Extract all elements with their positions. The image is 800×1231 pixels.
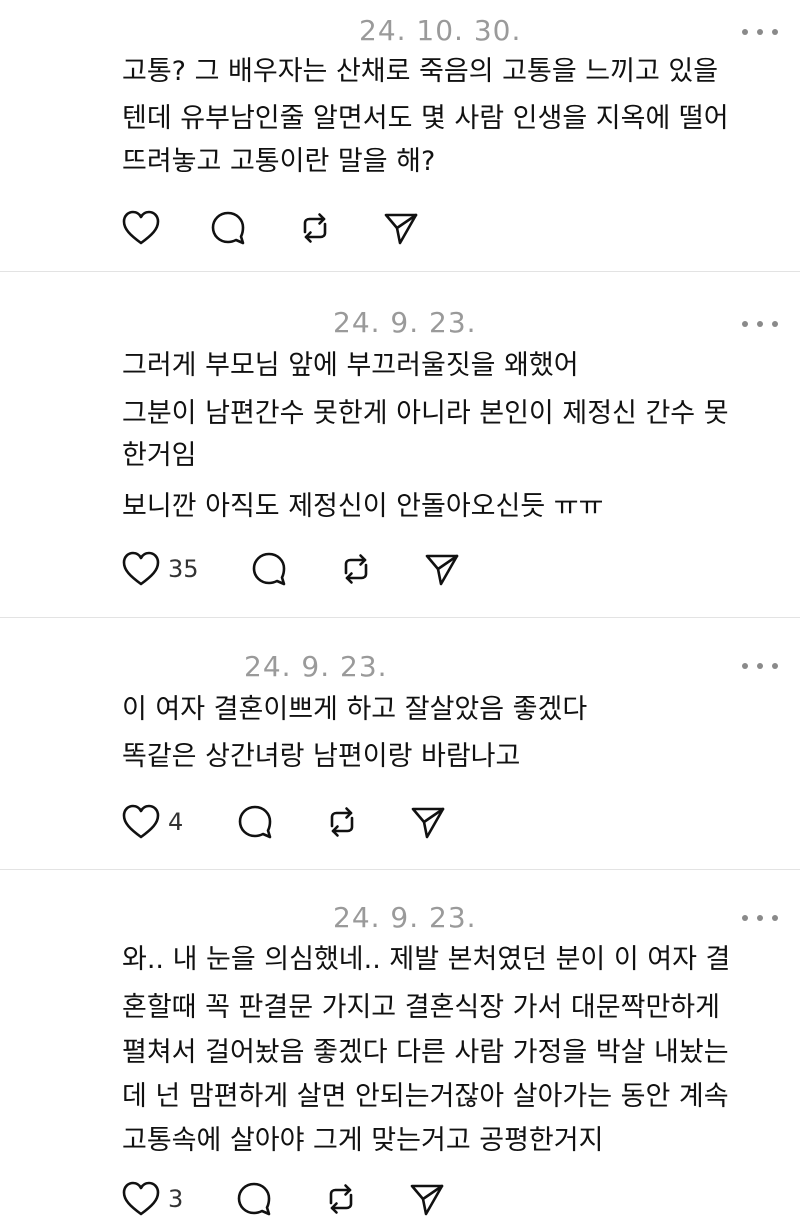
like-button[interactable] xyxy=(122,208,168,248)
post-text-line: 보니깐 아직도 제정신이 안돌아오신듯 ㅠㅠ xyxy=(122,491,604,522)
post-text-line: 뜨려놓고 고통이란 말을 해? xyxy=(122,146,436,177)
post-text-line: 텐데 유부남인줄 알면서도 몇 사람 인생을 지옥에 떨어 xyxy=(122,103,729,134)
send-icon xyxy=(411,807,445,839)
repost-icon xyxy=(329,1184,353,1214)
post-text-line: 고통? 그 배우자는 산채로 죽음의 고통을 느끼고 있을 xyxy=(122,56,719,87)
like-button[interactable]: 3 xyxy=(122,1179,183,1219)
post-text-line: 이 여자 결혼이쁘게 하고 잘살았음 좋겠다 xyxy=(122,694,588,725)
post-text-line: 한거임 xyxy=(122,440,197,471)
comment-bubble-icon xyxy=(238,805,272,839)
like-button[interactable]: 35 xyxy=(122,549,199,589)
send-icon xyxy=(410,1184,444,1216)
post-text-line: 혼할때 꼭 판결문 가지고 결혼식장 가서 대문짝만하게 xyxy=(122,992,720,1023)
post-divider xyxy=(0,271,800,272)
post-text-line: 데 넌 맘편하게 살면 안되는거잖아 살아가는 동안 계속 xyxy=(122,1081,729,1112)
post-date: 24. 9. 23. xyxy=(333,901,477,934)
repost-button[interactable] xyxy=(297,208,333,248)
repost-icon xyxy=(330,807,354,837)
like-count: 3 xyxy=(168,1185,184,1213)
post-text-line: 똑같은 상간녀랑 남편이랑 바람나고 xyxy=(122,741,521,772)
post-divider xyxy=(0,869,800,870)
heart-icon xyxy=(122,804,160,839)
comment-bubble-icon xyxy=(211,211,245,245)
reply-button[interactable] xyxy=(237,802,273,842)
post-divider xyxy=(0,617,800,618)
comment-bubble-icon xyxy=(237,1182,271,1216)
reply-button[interactable] xyxy=(210,208,246,248)
repost-button[interactable] xyxy=(338,549,374,589)
share-button[interactable] xyxy=(410,802,446,842)
more-dots-icon[interactable] xyxy=(742,912,778,924)
like-button[interactable]: 4 xyxy=(122,802,183,842)
heart-icon xyxy=(122,551,160,586)
like-count: 35 xyxy=(168,555,199,583)
post-text-line: 고통속에 살아야 그게 맞는거고 공평한거지 xyxy=(122,1125,604,1156)
repost-button[interactable] xyxy=(323,1179,359,1219)
more-dots-icon[interactable] xyxy=(742,660,778,672)
post-date: 24. 9. 23. xyxy=(333,306,477,339)
more-dots-icon[interactable] xyxy=(742,26,778,38)
share-button[interactable] xyxy=(424,549,460,589)
repost-button[interactable] xyxy=(324,802,360,842)
repost-icon xyxy=(344,554,368,584)
comment-bubble-icon xyxy=(252,552,286,586)
reply-button[interactable] xyxy=(236,1179,272,1219)
post-text-line: 그러게 부모님 앞에 부끄러울짓을 왜했어 xyxy=(122,350,579,381)
share-button[interactable] xyxy=(409,1179,445,1219)
share-button[interactable] xyxy=(383,208,419,248)
more-dots-icon[interactable] xyxy=(742,318,778,330)
send-icon xyxy=(425,554,459,586)
post-text-line: 펼쳐서 걸어놨음 좋겠다 다른 사람 가정을 박살 내놨는 xyxy=(122,1037,729,1068)
heart-icon xyxy=(122,1181,160,1216)
send-icon xyxy=(384,213,418,245)
post-date: 24. 9. 23. xyxy=(244,650,388,683)
reply-button[interactable] xyxy=(251,549,287,589)
post-text-line: 그분이 남편간수 못한게 아니라 본인이 제정신 간수 못 xyxy=(122,398,729,429)
like-count: 4 xyxy=(168,808,184,836)
post-text-line: 와.. 내 눈을 의심했네.. 제발 본처였던 분이 이 여자 결 xyxy=(122,944,731,975)
post-date: 24. 10. 30. xyxy=(359,14,522,47)
heart-icon xyxy=(122,210,160,245)
repost-icon xyxy=(303,213,327,243)
